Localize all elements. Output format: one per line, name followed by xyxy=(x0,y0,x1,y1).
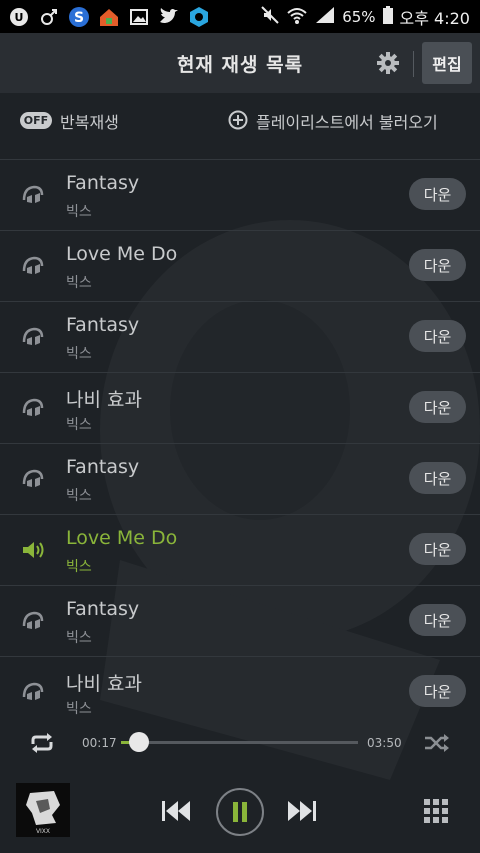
playlist-row[interactable]: 나비 효과빅스 다운 xyxy=(0,656,480,727)
repeat-label[interactable]: 반복재생 xyxy=(60,109,119,133)
speaker-icon xyxy=(22,469,44,487)
download-button[interactable]: 다운 xyxy=(409,249,466,281)
battery-icon xyxy=(382,5,394,29)
speaker-icon xyxy=(22,327,44,345)
playlist-row[interactable]: 나비 효과빅스 다운 xyxy=(0,372,480,443)
seek-thumb[interactable] xyxy=(128,732,149,752)
download-button[interactable]: 다운 xyxy=(409,178,466,210)
artist-name: 빅스 xyxy=(66,701,92,717)
download-button[interactable]: 다운 xyxy=(409,533,466,565)
settings-gear-icon[interactable] xyxy=(376,51,400,75)
gallery-icon xyxy=(128,6,150,28)
song-title: 나비 효과 xyxy=(66,389,142,411)
repeat-off-badge[interactable]: OFF xyxy=(20,112,52,129)
playlist-toolbar: OFF 반복재생 플레이리스트에서 불러오기 xyxy=(0,93,480,148)
load-from-playlist-button[interactable]: 플레이리스트에서 불러오기 xyxy=(256,109,438,133)
mute-icon xyxy=(260,5,280,29)
wifi-icon xyxy=(286,5,308,29)
artist-name: 빅스 xyxy=(66,417,92,433)
playlist-row[interactable]: Love Me Do 빅스 다운 xyxy=(0,230,480,301)
elapsed-time: 00:17 xyxy=(82,736,117,750)
album-art-thumbnail[interactable]: VIXX xyxy=(16,783,70,837)
svg-text:U: U xyxy=(15,11,24,24)
speaker-icon xyxy=(22,185,44,203)
battery-text: 65% xyxy=(342,7,376,26)
twitter-icon xyxy=(158,6,180,28)
song-title: Fantasy xyxy=(66,456,140,478)
song-title: Fantasy xyxy=(66,314,140,336)
playlist-row[interactable]: Fantasy 빅스 다운 xyxy=(0,443,480,514)
page-title: 현재 재생 목록 xyxy=(176,53,304,76)
header-divider xyxy=(413,51,414,77)
song-title: Love Me Do xyxy=(66,527,178,549)
pause-button[interactable] xyxy=(216,788,264,836)
song-title: 나비 효과 xyxy=(66,673,142,695)
speaker-icon xyxy=(22,611,44,629)
previous-track-icon[interactable] xyxy=(160,798,192,824)
home-app-icon xyxy=(98,6,120,28)
artist-name: 빅스 xyxy=(66,559,92,575)
speaker-playing-icon xyxy=(23,542,44,558)
signal-icon xyxy=(314,5,336,29)
artist-name: 빅스 xyxy=(66,204,92,220)
artist-name: 빅스 xyxy=(66,275,92,291)
artist-name: 빅스 xyxy=(66,630,92,646)
edit-button[interactable]: 편집 xyxy=(422,42,472,84)
total-duration: 03:50 xyxy=(367,736,402,750)
download-button[interactable]: 다운 xyxy=(409,675,466,707)
speaker-icon xyxy=(22,682,44,700)
song-title: Fantasy xyxy=(66,172,140,194)
repeat-icon[interactable] xyxy=(28,732,56,754)
playlist: Fantasy 빅스 다운 Love Me Do 빅스 다운 Fantasy 빅스 다운 나비 효… xyxy=(0,159,480,727)
playlist-row[interactable]: Fantasy 빅스 다운 xyxy=(0,159,480,230)
svg-text:S: S xyxy=(74,10,84,26)
playlist-row[interactable]: Fantasy 빅스 다운 xyxy=(0,301,480,372)
player-controls: 00:17 03:50 VIXX xyxy=(0,720,480,853)
add-circle-icon[interactable] xyxy=(228,110,248,130)
download-button[interactable]: 다운 xyxy=(409,604,466,636)
playlist-row[interactable]: Fantasy 빅스 다운 xyxy=(0,585,480,656)
download-button[interactable]: 다운 xyxy=(409,462,466,494)
status-bar: U S 65% 오후 4:20 xyxy=(0,0,480,33)
shuffle-icon[interactable] xyxy=(423,732,451,754)
download-button[interactable]: 다운 xyxy=(409,320,466,352)
artist-name: 빅스 xyxy=(66,346,92,362)
app-header: 현재 재생 목록 편집 xyxy=(0,33,480,93)
u-plus-icon: U xyxy=(8,6,30,28)
speaker-icon xyxy=(22,398,44,416)
speaker-icon xyxy=(22,256,44,274)
pause-icon xyxy=(233,802,247,822)
playlist-row[interactable]: Love Me Do 빅스 다운 xyxy=(0,514,480,585)
s-app-icon: S xyxy=(68,6,90,28)
artist-name: 빅스 xyxy=(66,488,92,504)
gender-icon xyxy=(38,6,60,28)
seek-bar[interactable] xyxy=(121,741,358,744)
album-logo-text: VIXX xyxy=(36,828,50,835)
song-title: Love Me Do xyxy=(66,243,178,265)
clock: 오후 4:20 xyxy=(399,8,470,28)
song-title: Fantasy xyxy=(66,598,140,620)
download-button[interactable]: 다운 xyxy=(409,391,466,423)
gear-hex-icon xyxy=(188,6,210,28)
menu-grid-icon[interactable] xyxy=(423,798,449,824)
next-track-icon[interactable] xyxy=(286,798,318,824)
